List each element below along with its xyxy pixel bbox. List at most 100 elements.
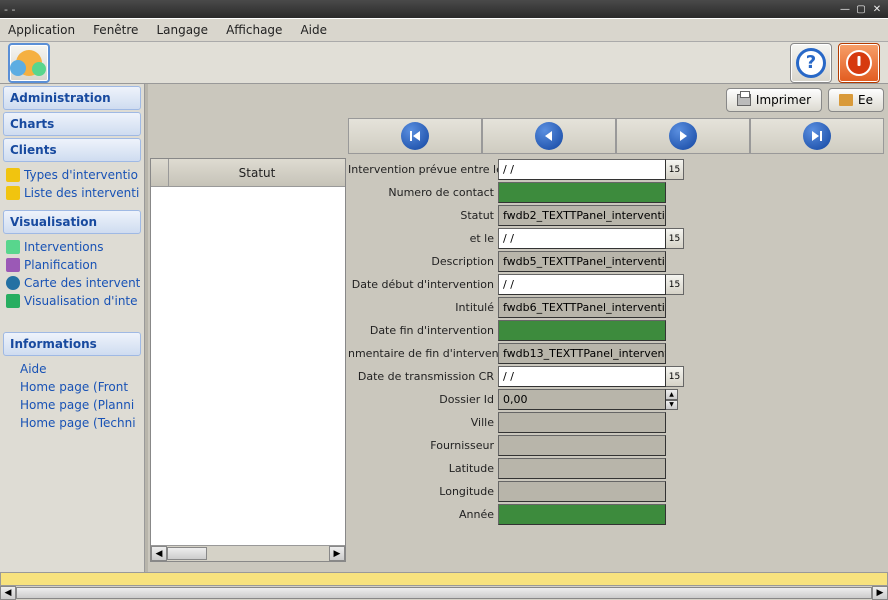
form-label: Numero de contact — [348, 186, 498, 199]
scroll-thumb[interactable] — [167, 547, 207, 560]
sidebar-item-planification[interactable]: Planification — [4, 256, 140, 274]
menubar: Application Fenêtre Langage Affichage Ai… — [0, 18, 888, 42]
nav-prev-button[interactable] — [535, 122, 563, 150]
scroll-right-button[interactable]: ▶ — [872, 586, 888, 600]
form-label: Dossier Id — [348, 393, 498, 406]
spinner-buttons[interactable]: ▲▼ — [666, 389, 678, 410]
sidebar-head-charts[interactable]: Charts — [3, 112, 141, 136]
nav-next-button[interactable] — [669, 122, 697, 150]
calendar-icon[interactable]: 15 — [666, 228, 684, 249]
form-label: Intervention prévue entre le — [348, 163, 498, 176]
form-field-1[interactable] — [498, 182, 666, 203]
chart-icon — [6, 294, 20, 308]
form-field-13[interactable] — [498, 458, 666, 479]
other-button[interactable]: Ee — [828, 88, 884, 112]
sidebar-head-administration[interactable]: Administration — [3, 86, 141, 110]
sidebar-item-label: Carte des intervent — [24, 276, 140, 290]
form-label: Description — [348, 255, 498, 268]
sidebar-item-carte[interactable]: Carte des intervent — [4, 274, 140, 292]
form-label: Statut — [348, 209, 498, 222]
sidebar-item-visualisation-inte[interactable]: Visualisation d'inte — [4, 292, 140, 310]
sidebar-item-home-front[interactable]: Home page (Front — [4, 378, 140, 396]
help-icon: ? — [796, 48, 826, 78]
form-label: nmentaire de fin d'intervention — [348, 347, 498, 360]
form-field-3[interactable]: / / — [498, 228, 666, 249]
form-field-11[interactable] — [498, 412, 666, 433]
power-button[interactable] — [838, 43, 880, 83]
users-button[interactable] — [8, 43, 50, 83]
form-field-7[interactable] — [498, 320, 666, 341]
window-hscroll[interactable]: ◀ ▶ — [0, 586, 888, 600]
sidebar-item-home-planning[interactable]: Home page (Planni — [4, 396, 140, 414]
calendar-icon — [6, 258, 20, 272]
print-label: Imprimer — [756, 93, 811, 107]
sidebar-item-types-intervention[interactable]: Types d'interventio — [4, 166, 140, 184]
nav-row — [348, 118, 884, 154]
form-field-14[interactable] — [498, 481, 666, 502]
nav-last-button[interactable] — [803, 122, 831, 150]
scroll-left-button[interactable]: ◀ — [0, 586, 16, 600]
form-label: Longitude — [348, 485, 498, 498]
print-button[interactable]: Imprimer — [726, 88, 822, 112]
scroll-right-button[interactable]: ▶ — [329, 546, 345, 561]
menu-aide[interactable]: Aide — [300, 23, 327, 37]
minimize-button[interactable]: — — [838, 3, 852, 15]
sidebar-head-clients[interactable]: Clients — [3, 138, 141, 162]
sidebar-item-liste-interventions[interactable]: Liste des interventi — [4, 184, 140, 202]
folder-icon — [839, 94, 853, 106]
list-icon — [6, 186, 20, 200]
sidebar-item-label: Aide — [6, 362, 47, 376]
grid-body[interactable] — [151, 187, 345, 545]
close-button[interactable]: ✕ — [870, 3, 884, 15]
power-icon — [846, 50, 872, 76]
form-field-12[interactable] — [498, 435, 666, 456]
sidebar-item-label: Types d'interventio — [24, 168, 138, 182]
help-button[interactable]: ? — [790, 43, 832, 83]
form-field-9[interactable]: / / — [498, 366, 666, 387]
calendar-icon[interactable]: 15 — [666, 366, 684, 387]
sidebar-item-label: Planification — [24, 258, 97, 272]
sidebar-item-label: Visualisation d'inte — [24, 294, 138, 308]
sidebar-item-home-techni[interactable]: Home page (Techni — [4, 414, 140, 432]
form-label: Fournisseur — [348, 439, 498, 452]
form-field-15[interactable] — [498, 504, 666, 525]
grid-col-statut[interactable]: Statut — [169, 159, 345, 187]
list-icon — [6, 168, 20, 182]
sidebar-head-visualisation[interactable]: Visualisation — [3, 210, 141, 234]
menu-fenetre[interactable]: Fenêtre — [93, 23, 138, 37]
toolbar: ? — [0, 42, 888, 84]
maximize-button[interactable]: ▢ — [854, 3, 868, 15]
form-label: Date de transmission CR — [348, 370, 498, 383]
form-field-0[interactable]: / / — [498, 159, 666, 180]
form-field-2[interactable]: fwdb2_TEXTTPanel_intervention_ — [498, 205, 666, 226]
sidebar-item-label: Liste des interventi — [24, 186, 139, 200]
scroll-left-button[interactable]: ◀ — [151, 546, 167, 561]
sidebar-item-label: Home page (Techni — [6, 416, 136, 430]
sidebar-item-label: Home page (Front — [6, 380, 128, 394]
grid-scrollbar[interactable]: ◀ ▶ — [151, 545, 345, 561]
sidebar-item-label: Home page (Planni — [6, 398, 134, 412]
calendar-icon[interactable]: 15 — [666, 159, 684, 180]
form-field-8[interactable]: fwdb13_TEXTTPanel_intervention — [498, 343, 666, 364]
globe-icon — [6, 276, 20, 290]
form-field-4[interactable]: fwdb5_TEXTTPanel_intervention_ — [498, 251, 666, 272]
sidebar: Administration Charts Clients Types d'in… — [0, 84, 145, 572]
form-label: Latitude — [348, 462, 498, 475]
menu-langage[interactable]: Langage — [156, 23, 208, 37]
menu-application[interactable]: Application — [8, 23, 75, 37]
sidebar-item-aide[interactable]: Aide — [4, 360, 140, 378]
form-field-10[interactable]: 0,00 — [498, 389, 666, 410]
form-field-5[interactable]: / / — [498, 274, 666, 295]
content-area: Imprimer Ee Statut ◀ ▶ In — [145, 84, 888, 572]
nav-first-button[interactable] — [401, 122, 429, 150]
calendar-icon[interactable]: 15 — [666, 274, 684, 295]
menu-affichage[interactable]: Affichage — [226, 23, 282, 37]
form-label: Année — [348, 508, 498, 521]
titlebar: - - — ▢ ✕ — [0, 0, 888, 18]
sidebar-item-interventions[interactable]: Interventions — [4, 238, 140, 256]
form-field-6[interactable]: fwdb6_TEXTTPanel_intervention_ — [498, 297, 666, 318]
scroll-thumb[interactable] — [16, 587, 872, 599]
form-label: Date début d'intervention — [348, 278, 498, 291]
form-panel: Intervention prévue entre le/ /15Numero … — [348, 158, 884, 562]
sidebar-head-informations[interactable]: Informations — [3, 332, 141, 356]
